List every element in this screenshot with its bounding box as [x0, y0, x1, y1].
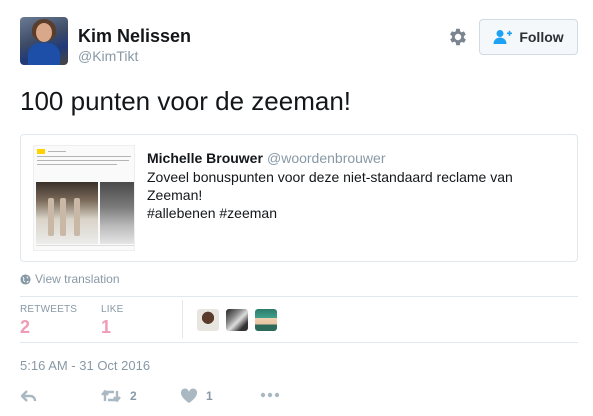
likes-count: 1 [101, 317, 112, 337]
quoted-text-line: #allebenen #zeeman [147, 205, 277, 221]
liker-avatar[interactable] [255, 309, 277, 331]
avatar-face [36, 23, 52, 42]
globe-icon [20, 273, 31, 285]
quoted-tweet-text: Zoveel bonuspunten voor deze niet-standa… [147, 168, 567, 222]
thumbnail-text-line [48, 151, 66, 152]
thumbnail-leg [74, 198, 80, 236]
like-count: 1 [206, 389, 213, 403]
thumbnail-text-line [37, 160, 129, 161]
retweet-button[interactable]: 2 [100, 388, 137, 404]
quoted-author-handle[interactable]: @woordenbrouwer [267, 150, 386, 166]
follow-button[interactable]: Follow [479, 19, 578, 55]
tweet-header: Kim Nelissen @KimTikt Follow [0, 0, 593, 80]
retweet-count: 2 [130, 389, 137, 403]
liker-avatar[interactable] [226, 309, 248, 331]
avatar-body [28, 43, 60, 65]
author-avatar[interactable] [20, 17, 68, 65]
reply-icon [20, 390, 37, 402]
zeeman-logo-thumbnail [37, 149, 45, 154]
retweets-count: 2 [20, 317, 31, 337]
quoted-text-line: Zoveel bonuspunten voor deze niet-standa… [147, 169, 513, 185]
thumbnail-leg [48, 198, 54, 236]
view-translation-link[interactable]: View translation [20, 272, 120, 286]
divider [20, 342, 578, 343]
likes-label: LIKE [101, 304, 124, 315]
tweet-timestamp: 5:16 AM - 31 Oct 2016 [20, 358, 151, 373]
thumbnail-photo-skirt [100, 182, 134, 244]
retweets-label: RETWEETS [20, 304, 78, 315]
liker-avatar[interactable] [197, 309, 219, 331]
divider [20, 296, 578, 297]
thumbnail-photo-legs [36, 182, 98, 244]
follow-person-icon [493, 30, 513, 44]
tweet-actions: 2 1 [20, 388, 320, 410]
thumbnail-text-line [37, 164, 117, 165]
reply-button[interactable] [20, 388, 38, 404]
thumbnail-leg [60, 198, 66, 236]
follow-button-label: Follow [519, 29, 564, 45]
thumbnail-text-line [37, 156, 131, 157]
likes-stat[interactable]: LIKE 1 [101, 304, 123, 338]
view-translation-label: View translation [35, 272, 120, 286]
more-icon [260, 392, 280, 398]
author-handle[interactable]: @KimTikt [78, 48, 138, 64]
author-name[interactable]: Kim Nelissen [78, 26, 191, 47]
heart-icon [180, 388, 198, 403]
quoted-tweet-card[interactable]: Michelle Brouwer @woordenbrouwer Zoveel … [20, 134, 578, 262]
stats-separator [182, 300, 183, 338]
retweets-stat[interactable]: RETWEETS 2 [20, 304, 77, 338]
tweet-text: 100 punten voor de zeeman! [20, 86, 352, 116]
more-button[interactable] [260, 392, 280, 398]
quoted-tweet-image[interactable] [33, 145, 135, 251]
like-button[interactable]: 1 [180, 388, 213, 404]
thumbnail-footer [36, 245, 134, 250]
gear-icon[interactable] [447, 26, 469, 48]
quoted-author-name[interactable]: Michelle Brouwer [147, 150, 263, 166]
retweet-icon [101, 389, 121, 403]
quoted-text-line: Zeeman! [147, 187, 203, 203]
